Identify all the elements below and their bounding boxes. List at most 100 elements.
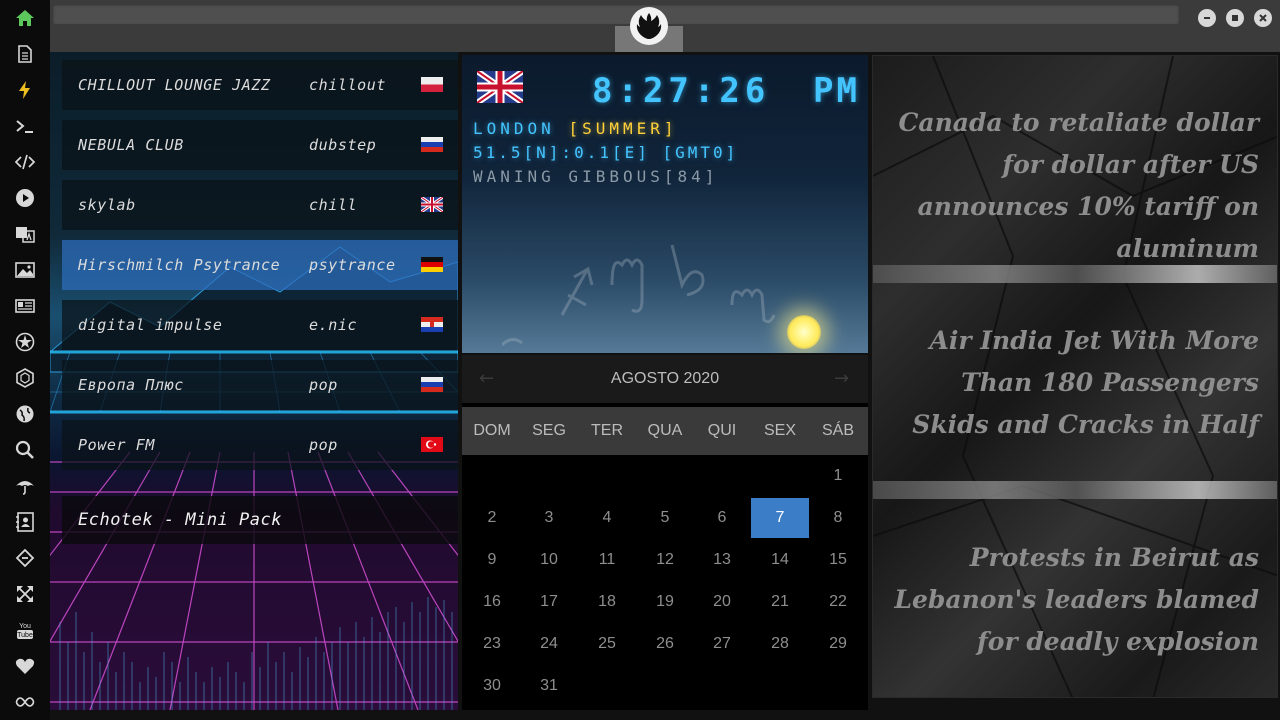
calendar-day[interactable]: 1 bbox=[809, 456, 867, 496]
station-row[interactable]: Power FM pop bbox=[62, 420, 458, 470]
calendar-day[interactable]: 6 bbox=[693, 498, 751, 538]
calendar-day[interactable]: 29 bbox=[809, 624, 867, 664]
news-headline[interactable]: Canada to retaliate dollar for dollar af… bbox=[887, 102, 1259, 270]
station-name: Европа Плюс bbox=[78, 376, 184, 394]
news-headline[interactable]: Air India Jet With More Than 180 Passeng… bbox=[887, 320, 1259, 446]
tag-icon[interactable] bbox=[13, 546, 37, 570]
globe-icon[interactable] bbox=[13, 402, 37, 426]
calendar-day[interactable]: 21 bbox=[751, 582, 809, 622]
clock-coordinates: 51.5[N]:0.1[E] [GMT0] bbox=[473, 143, 739, 162]
heart-icon[interactable] bbox=[13, 654, 37, 678]
calendar-day[interactable]: 16 bbox=[463, 582, 521, 622]
home-icon[interactable] bbox=[13, 6, 37, 30]
address-bar[interactable] bbox=[53, 4, 1179, 24]
weekday-label: SEX bbox=[763, 422, 796, 439]
station-name: Power FM bbox=[78, 436, 156, 454]
station-row[interactable]: digital impulse e.nic bbox=[62, 300, 458, 350]
clock-city: LONDON [SUMMER] bbox=[473, 119, 678, 138]
svg-text:You: You bbox=[19, 623, 31, 630]
calendar-day[interactable]: 14 bbox=[751, 540, 809, 580]
station-genre: dubstep bbox=[309, 136, 377, 154]
germany-flag-icon bbox=[421, 257, 443, 272]
rebel-logo-icon[interactable] bbox=[630, 7, 668, 45]
station-name: skylab bbox=[78, 196, 136, 214]
croatia-flag-icon bbox=[421, 317, 443, 332]
calendar-day[interactable]: 8 bbox=[809, 498, 867, 538]
calendar-day[interactable]: 13 bbox=[693, 540, 751, 580]
news-icon[interactable] bbox=[13, 294, 37, 318]
sun-icon bbox=[787, 315, 821, 349]
station-name: digital impulse bbox=[78, 316, 223, 334]
play-icon[interactable] bbox=[13, 186, 37, 210]
document-icon[interactable] bbox=[13, 42, 37, 66]
close-button[interactable] bbox=[1254, 9, 1272, 27]
calendar-day-today[interactable]: 7 bbox=[751, 498, 809, 538]
news-headline[interactable]: Protests in Beirut as Lebanon's leaders … bbox=[887, 537, 1259, 663]
station-genre: chillout bbox=[309, 76, 387, 94]
maximize-button[interactable] bbox=[1226, 9, 1244, 27]
calendar-day[interactable]: 28 bbox=[751, 624, 809, 664]
uk-flag-icon bbox=[421, 197, 443, 212]
svg-text:Tube: Tube bbox=[17, 632, 33, 639]
station-genre: pop bbox=[309, 436, 338, 454]
calendar-day[interactable]: 27 bbox=[693, 624, 751, 664]
terminal-icon[interactable] bbox=[13, 114, 37, 138]
translate-icon[interactable] bbox=[13, 222, 37, 246]
calendar-day[interactable]: 2 bbox=[463, 498, 521, 538]
calendar-day[interactable]: 12 bbox=[636, 540, 694, 580]
russia-flag-icon bbox=[421, 137, 443, 152]
calendar-day[interactable]: 11 bbox=[578, 540, 636, 580]
now-playing-title: Echotek - Mini Pack bbox=[62, 496, 458, 544]
news-separator bbox=[873, 481, 1277, 499]
calendar-day[interactable]: 9 bbox=[463, 540, 521, 580]
calendar-day[interactable]: 26 bbox=[636, 624, 694, 664]
calendar-day[interactable]: 10 bbox=[520, 540, 578, 580]
calendar-day[interactable]: 22 bbox=[809, 582, 867, 622]
calendar-day[interactable]: 30 bbox=[463, 666, 521, 706]
search-icon[interactable] bbox=[13, 438, 37, 462]
rebel-icon[interactable] bbox=[13, 330, 37, 354]
radio-panel: CHILLOUT LOUNGE JAZZ chillout NEBULA CLU… bbox=[50, 52, 458, 710]
station-row[interactable]: Европа Плюс pop bbox=[62, 360, 458, 410]
expand-icon[interactable] bbox=[13, 582, 37, 606]
clock-panel: 8:27:26 PM LONDON [SUMMER] 51.5[N]:0.1[E… bbox=[462, 55, 868, 353]
poland-flag-icon bbox=[421, 77, 443, 92]
station-row[interactable]: NEBULA CLUB dubstep bbox=[62, 120, 458, 170]
weekday-label: TER bbox=[591, 422, 623, 439]
calendar-day[interactable]: 17 bbox=[520, 582, 578, 622]
minimize-button[interactable] bbox=[1198, 9, 1216, 27]
calendar-day[interactable]: 18 bbox=[578, 582, 636, 622]
calendar-day[interactable]: 20 bbox=[693, 582, 751, 622]
infinity-icon[interactable] bbox=[13, 690, 37, 714]
season-label: [SUMMER] bbox=[568, 119, 678, 138]
station-genre: chill bbox=[309, 196, 358, 214]
station-row[interactable]: CHILLOUT LOUNGE JAZZ chillout bbox=[62, 60, 458, 110]
calendar-day[interactable]: 24 bbox=[520, 624, 578, 664]
calendar-day[interactable]: 23 bbox=[463, 624, 521, 664]
calendar-day[interactable]: 31 bbox=[520, 666, 578, 706]
calendar-day[interactable]: 25 bbox=[578, 624, 636, 664]
umbrella-icon[interactable] bbox=[13, 474, 37, 498]
station-row[interactable]: skylab chill bbox=[62, 180, 458, 230]
station-row-active[interactable]: Hirschmilch Psytrance psytrance bbox=[62, 240, 458, 290]
image-icon[interactable] bbox=[13, 258, 37, 282]
calendar-day[interactable]: 3 bbox=[520, 498, 578, 538]
next-month-button[interactable]: → bbox=[834, 368, 849, 389]
calendar-day[interactable]: 19 bbox=[636, 582, 694, 622]
app-window: You Tube CHILLOUT LOUNGE JAZZ chillout N… bbox=[0, 0, 1280, 720]
turkey-flag-icon bbox=[421, 437, 443, 452]
station-genre: pop bbox=[309, 376, 338, 394]
weekday-label: SEG bbox=[532, 422, 566, 439]
uk-flag-icon bbox=[477, 71, 523, 103]
calendar-day[interactable]: 5 bbox=[636, 498, 694, 538]
contact-icon[interactable] bbox=[13, 510, 37, 534]
weekday-label: QUA bbox=[647, 422, 683, 439]
news-panel: Canada to retaliate dollar for dollar af… bbox=[872, 55, 1278, 698]
calendar-day[interactable]: 4 bbox=[578, 498, 636, 538]
lightning-icon[interactable] bbox=[13, 78, 37, 102]
youtube-icon[interactable]: You Tube bbox=[13, 618, 37, 642]
hexagon-icon[interactable] bbox=[13, 366, 37, 390]
moon-phase: WANING GIBBOUS[84] bbox=[473, 167, 719, 186]
calendar-day[interactable]: 15 bbox=[809, 540, 867, 580]
code-icon[interactable] bbox=[13, 150, 37, 174]
